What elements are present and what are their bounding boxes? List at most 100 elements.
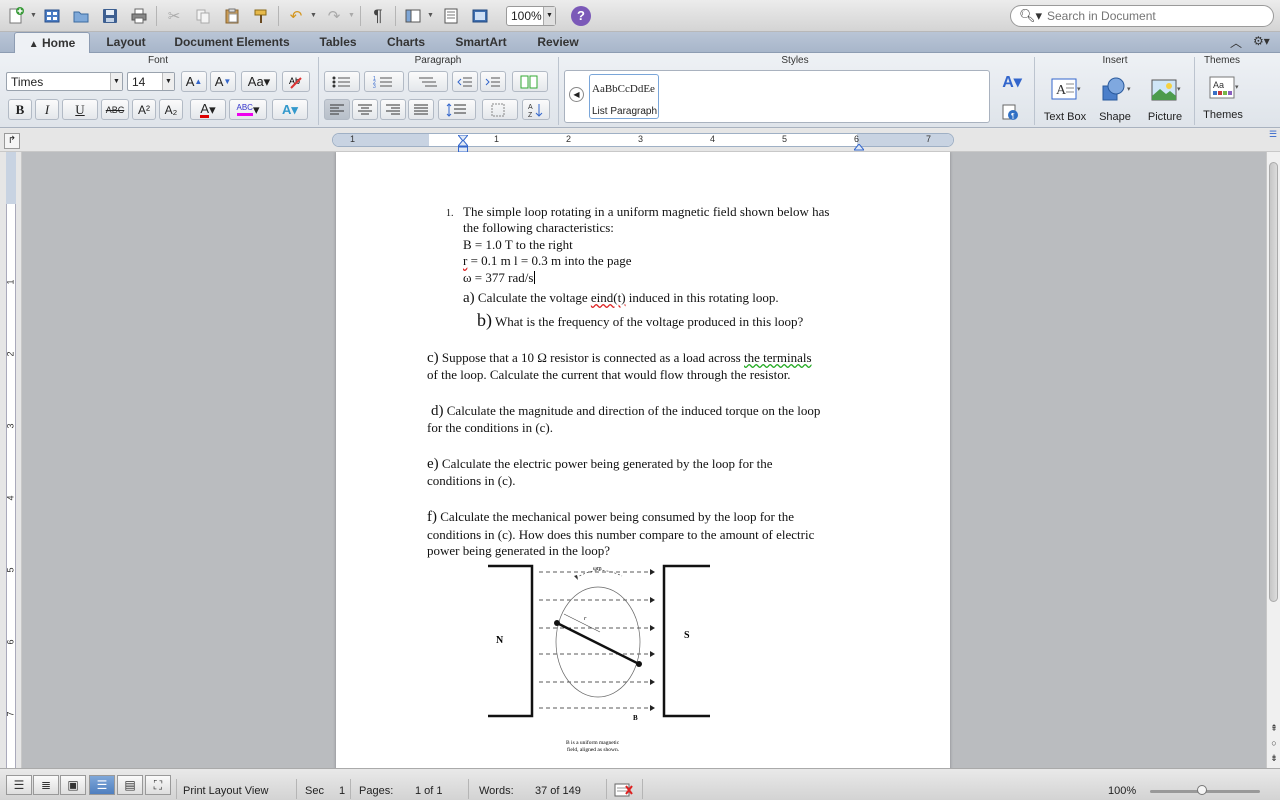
copy-icon[interactable] <box>191 4 215 28</box>
outline-view-icon[interactable]: ≣ <box>33 775 59 795</box>
superscript-button[interactable]: A² <box>132 99 156 120</box>
align-left-icon[interactable] <box>324 99 350 120</box>
tab-layout[interactable]: Layout <box>98 32 154 53</box>
tab-home[interactable]: ▲ Home <box>14 32 90 53</box>
open-icon[interactable] <box>69 4 93 28</box>
tab-charts[interactable]: Charts <box>380 32 432 53</box>
highlight-button[interactable]: ABC ▾ <box>229 99 267 120</box>
vertical-ruler[interactable]: 1 2 3 4 5 6 7 <box>0 152 22 768</box>
right-indent-marker[interactable] <box>852 140 866 151</box>
change-case-icon[interactable]: Aa▾ <box>241 71 277 92</box>
misspelled-word[interactable]: eind(t) <box>591 290 626 305</box>
new-document-icon[interactable] <box>4 4 28 28</box>
styles-prev-icon[interactable]: ◀ <box>569 87 584 102</box>
next-page-icon[interactable]: ⇟ <box>1268 752 1280 764</box>
sort-icon[interactable]: AZ <box>522 99 550 120</box>
font-name-dropdown-icon[interactable]: ▼ <box>110 73 122 90</box>
insert-text-box[interactable]: A ▾ Text Box <box>1040 76 1090 123</box>
paste-icon[interactable] <box>220 4 244 28</box>
manage-styles-icon[interactable]: A▾ <box>998 71 1026 92</box>
grammar-flag[interactable]: the terminals <box>744 350 812 365</box>
font-size-field[interactable]: 14 ▼ <box>127 72 175 91</box>
tab-review[interactable]: Review <box>530 32 586 53</box>
clear-formatting-icon[interactable]: Ab <box>282 71 310 92</box>
part-a: a) Calculate the voltage eind(t) induced… <box>463 290 779 306</box>
words-value[interactable]: 37 of 149 <box>535 785 581 797</box>
redo-icon[interactable]: ↷ <box>322 4 346 28</box>
bold-button[interactable]: B <box>8 99 32 120</box>
italic-button[interactable]: I <box>35 99 59 120</box>
subscript-button[interactable]: A₂ <box>159 99 183 120</box>
insert-shape[interactable]: ▾ Shape <box>1090 76 1140 123</box>
sidebar-icon[interactable] <box>401 4 425 28</box>
previous-page-icon[interactable]: ⇞ <box>1268 722 1280 734</box>
full-screen-view-icon[interactable]: ⛶ <box>145 775 171 795</box>
justify-icon[interactable] <box>408 99 434 120</box>
print-icon[interactable] <box>127 4 151 28</box>
browse-object-icon[interactable]: ○ <box>1268 737 1280 749</box>
search-icon[interactable]: 🔍︎▾ <box>1019 8 1042 24</box>
undo-icon[interactable]: ↶ <box>284 4 308 28</box>
first-line-indent-marker[interactable] <box>456 130 470 142</box>
zoom-slider-handle[interactable] <box>1197 785 1207 795</box>
save-icon[interactable] <box>98 4 122 28</box>
text-effects-button[interactable]: A▾ <box>272 99 308 120</box>
spelling-grammar-icon[interactable] <box>614 782 634 798</box>
tab-selector-icon[interactable]: ↱ <box>4 133 20 149</box>
strikethrough-button[interactable]: ABC <box>101 99 129 120</box>
part-text: Calculate the magnitude and direction of… <box>443 403 821 418</box>
print-layout-view-icon[interactable]: ☰ <box>89 775 115 795</box>
columns-icon[interactable] <box>512 71 548 92</box>
horizontal-ruler[interactable]: 1 1 2 3 4 5 6 7 <box>332 130 954 153</box>
styles-pane-icon[interactable]: ¶ <box>998 101 1022 122</box>
scrollbar-thumb[interactable] <box>1269 162 1278 602</box>
vertical-scrollbar[interactable]: ⇞ ○ ⇟ <box>1266 152 1280 768</box>
split-view-icon[interactable]: ☰ <box>1267 129 1279 141</box>
tab-smartart[interactable]: SmartArt <box>446 32 516 53</box>
font-color-button[interactable]: A ▾ <box>190 99 226 120</box>
words-label: Words: <box>479 785 514 797</box>
numbering-icon[interactable]: 123 <box>364 71 404 92</box>
grow-font-icon[interactable]: A ▲ <box>181 71 207 92</box>
ribbon-settings-icon[interactable]: ⚙▾ <box>1253 34 1270 48</box>
font-size-dropdown-icon[interactable]: ▼ <box>162 73 174 90</box>
shrink-font-icon[interactable]: A ▼ <box>210 71 236 92</box>
gallery-icon[interactable] <box>40 4 64 28</box>
font-name-field[interactable]: Times ▼ <box>6 72 123 91</box>
document-canvas[interactable]: 1. The simple loop rotating in a uniform… <box>22 152 1266 768</box>
increase-indent-icon[interactable] <box>480 71 506 92</box>
style-list-paragraph[interactable]: AaBbCcDdEe List Paragraph <box>589 74 659 119</box>
help-button[interactable]: ? <box>571 6 591 26</box>
redo-dropdown-icon[interactable]: ▼ <box>348 12 355 19</box>
underline-button[interactable]: U <box>62 99 98 120</box>
align-right-icon[interactable] <box>380 99 406 120</box>
draft-view-icon[interactable]: ☰ <box>6 775 32 795</box>
show-formatting-icon[interactable]: ¶ <box>366 4 390 28</box>
line-spacing-icon[interactable] <box>438 99 476 120</box>
search-input[interactable] <box>1047 8 1267 24</box>
field-b-label: B <box>633 714 638 722</box>
media-browser-icon[interactable] <box>468 4 492 28</box>
magnetic-loop-figure[interactable]: N S ωm r B B is a uniform magnetic field… <box>484 562 714 762</box>
multilevel-list-icon[interactable] <box>408 71 448 92</box>
align-center-icon[interactable] <box>352 99 378 120</box>
tab-document-elements[interactable]: Document Elements <box>168 32 296 53</box>
zoom-select[interactable]: 100% ▼ <box>506 6 556 26</box>
bullets-icon[interactable] <box>324 71 360 92</box>
collapse-ribbon-icon[interactable]: ︿ <box>1230 34 1242 51</box>
themes-button[interactable]: Aa ▾ Themes <box>1198 74 1248 121</box>
new-dropdown-icon[interactable]: ▼ <box>30 12 37 19</box>
notebook-view-icon[interactable]: ▤ <box>117 775 143 795</box>
publishing-view-icon[interactable]: ▣ <box>60 775 86 795</box>
sidebar-dropdown-icon[interactable]: ▼ <box>427 12 434 19</box>
decrease-indent-icon[interactable] <box>452 71 478 92</box>
borders-icon[interactable] <box>482 99 518 120</box>
tab-tables[interactable]: Tables <box>310 32 366 53</box>
toolbox-icon[interactable] <box>439 4 463 28</box>
document-page[interactable]: 1. The simple loop rotating in a uniform… <box>336 152 950 768</box>
insert-picture[interactable]: ▾ Picture <box>1140 76 1190 123</box>
cut-icon[interactable]: ✂ <box>162 4 186 28</box>
undo-dropdown-icon[interactable]: ▼ <box>310 12 317 19</box>
format-painter-icon[interactable] <box>249 4 273 28</box>
zoom-dropdown-icon[interactable]: ▼ <box>543 7 555 25</box>
